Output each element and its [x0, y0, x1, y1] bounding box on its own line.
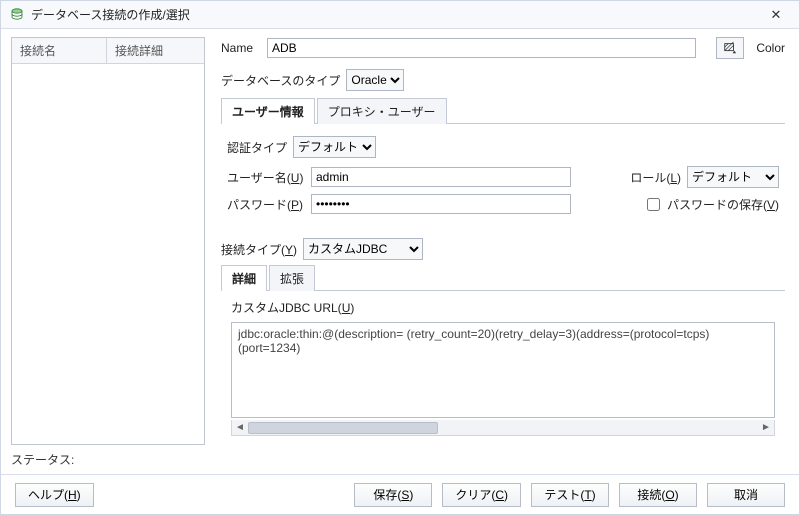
app-icon	[9, 7, 25, 23]
dbtype-select[interactable]: Oracle	[346, 69, 404, 91]
name-input[interactable]	[267, 38, 696, 58]
connection-list[interactable]: 接続名 接続詳細	[11, 37, 205, 445]
username-label: ユーザー名(U)	[227, 169, 305, 186]
scroll-right-icon[interactable]: ►	[758, 421, 774, 435]
close-button[interactable]: ✕	[759, 4, 793, 26]
save-password-checkbox[interactable]: パスワードの保存(V)	[643, 195, 779, 214]
tab-user-info[interactable]: ユーザー情報	[221, 98, 315, 124]
jdbc-url-hscrollbar[interactable]: ◄ ►	[231, 420, 775, 436]
scroll-left-icon[interactable]: ◄	[232, 421, 248, 435]
user-info-section: 認証タイプ デフォルト ユーザー名(U) ロール(L) デフォルト	[221, 128, 785, 224]
username-input[interactable]	[311, 167, 571, 187]
help-button[interactable]: ヘルプ(H)	[15, 483, 94, 507]
password-label: パスワード(P)	[227, 196, 305, 213]
jdbc-url-label: カスタムJDBC URL(U)	[231, 299, 785, 316]
color-picker-button[interactable]	[716, 37, 744, 59]
tab-proxy-user[interactable]: プロキシ・ユーザー	[317, 98, 447, 124]
dialog-window: データベース接続の作成/選択 ✕ 接続名 接続詳細 ステータス: Name	[0, 0, 800, 515]
dialog-title: データベース接続の作成/選択	[31, 6, 190, 23]
save-password-label: パスワードの保存(V)	[667, 196, 779, 213]
titlebar: データベース接続の作成/選択 ✕	[1, 1, 799, 29]
scroll-thumb[interactable]	[248, 422, 438, 434]
color-label: Color	[756, 41, 785, 55]
tab-extended[interactable]: 拡張	[269, 265, 315, 291]
col-header-name[interactable]: 接続名	[12, 38, 107, 63]
auth-type-label: 認証タイプ	[227, 139, 287, 156]
sub-tabbar: 詳細 拡張	[221, 264, 785, 291]
scroll-track[interactable]	[248, 421, 758, 435]
cancel-button[interactable]: 取消	[707, 483, 785, 507]
password-input[interactable]	[311, 194, 571, 214]
color-picker-icon	[723, 41, 737, 55]
role-select[interactable]: デフォルト	[687, 166, 779, 188]
connect-button[interactable]: 接続(O)	[619, 483, 697, 507]
conn-type-select[interactable]: カスタムJDBC	[303, 238, 423, 260]
name-label: Name	[221, 41, 261, 55]
dbtype-label: データベースのタイプ	[221, 72, 340, 89]
conn-type-label: 接続タイプ(Y)	[221, 241, 297, 258]
clear-button[interactable]: クリア(C)	[442, 483, 521, 507]
save-button[interactable]: 保存(S)	[354, 483, 432, 507]
list-header: 接続名 接続詳細	[12, 38, 204, 64]
close-icon: ✕	[771, 7, 782, 23]
form-panel: Name Color データベースのタイプ Oracle	[211, 29, 799, 474]
save-password-check[interactable]	[647, 198, 660, 211]
status-label: ステータス:	[11, 445, 205, 470]
auth-type-select[interactable]: デフォルト	[293, 136, 376, 158]
role-label: ロール(L)	[630, 169, 681, 186]
test-button[interactable]: テスト(T)	[531, 483, 609, 507]
connection-list-panel: 接続名 接続詳細 ステータス:	[1, 29, 211, 474]
col-header-detail[interactable]: 接続詳細	[107, 38, 204, 63]
footer: ヘルプ(H) 保存(S) クリア(C) テスト(T) 接続(O) 取消	[1, 474, 799, 514]
main-tabbar: ユーザー情報 プロキシ・ユーザー	[221, 97, 785, 124]
jdbc-url-textarea[interactable]: jdbc:oracle:thin:@(description= (retry_c…	[231, 322, 775, 418]
tab-detail[interactable]: 詳細	[221, 265, 267, 291]
client-area: 接続名 接続詳細 ステータス: Name	[1, 29, 799, 514]
